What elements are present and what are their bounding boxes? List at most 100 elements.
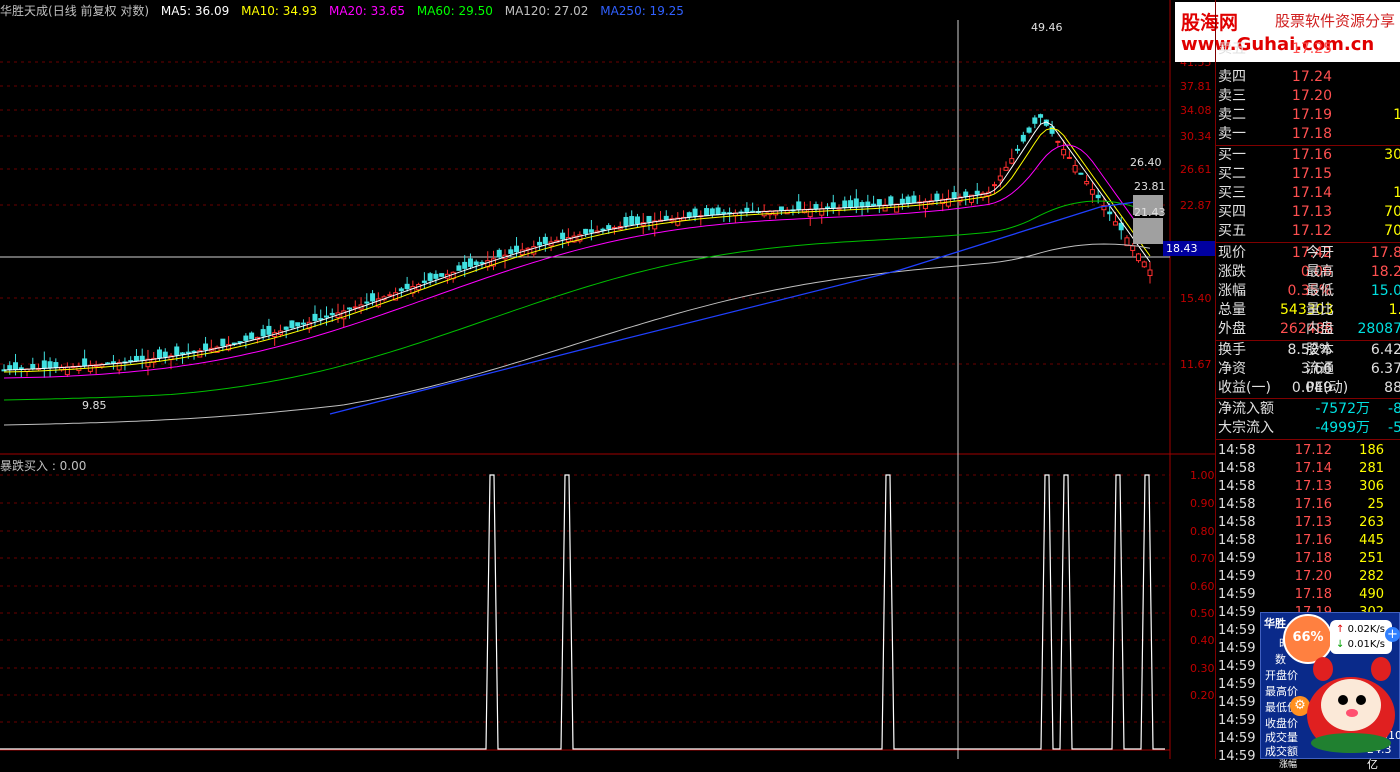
candle-body xyxy=(542,236,548,244)
candle-body xyxy=(110,361,116,364)
tick-row: 14:59 17.18 251 xyxy=(1218,550,1400,568)
candle-body xyxy=(1072,164,1078,173)
float-item: 数 xyxy=(1275,653,1286,666)
candle-body xyxy=(260,329,266,337)
tick-row: 14:58 17.16 445 xyxy=(1218,532,1400,550)
candle-body xyxy=(974,190,980,195)
candle-body xyxy=(462,261,468,269)
float-item: 开盘价 xyxy=(1265,669,1298,682)
candle-body xyxy=(174,346,180,356)
candle-body xyxy=(709,208,715,216)
sell-row-2[interactable]: 卖二 17.19 1 xyxy=(1218,106,1400,125)
net-speed-widget: ↑ 0.02K/s ↓ 0.01K/s xyxy=(1330,620,1392,654)
candle-body xyxy=(329,312,335,316)
candle-body xyxy=(963,191,969,197)
tick-time: 14:58 xyxy=(1218,497,1256,512)
candle-body xyxy=(220,338,226,347)
candle-body xyxy=(180,352,186,355)
price-axis-label: 26.61 xyxy=(1180,163,1212,176)
tick-price: 17.18 xyxy=(1294,551,1332,566)
kline-chart-area[interactable]: 华胜天成(日线 前复权 对数) MA5: 36.09 MA10: 34.93 M… xyxy=(0,0,1215,759)
tick-time: 14:59 xyxy=(1218,623,1256,638)
candle-body xyxy=(1061,148,1067,156)
candle-body xyxy=(300,322,306,325)
tick-price: 17.12 xyxy=(1294,443,1332,458)
candle-body xyxy=(588,229,594,233)
candle-body xyxy=(629,216,635,225)
tick-time: 14:58 xyxy=(1218,515,1256,530)
quote-row: 现价 17.42 今开 17.8 xyxy=(1218,245,1400,261)
price-axis-label: 37.81 xyxy=(1180,80,1212,93)
candle-body xyxy=(853,198,859,208)
candle-body xyxy=(404,283,410,290)
sell-row-4[interactable]: 卖四 17.24 xyxy=(1218,68,1400,87)
tick-time: 14:59 xyxy=(1218,695,1256,710)
candle-body xyxy=(139,355,145,361)
buy-row-1[interactable]: 买一 17.16 30 xyxy=(1218,146,1400,165)
tick-row: 14:58 17.12 186 xyxy=(1218,442,1400,460)
tick-volume: 251 xyxy=(1359,551,1384,566)
plus-icon[interactable]: + xyxy=(1385,627,1400,642)
price-annotation: 26.40 xyxy=(1130,156,1162,169)
candle-body xyxy=(364,301,370,304)
candle-body xyxy=(387,294,393,297)
tick-price: 17.20 xyxy=(1294,569,1332,584)
tick-row: 14:58 17.16 25 xyxy=(1218,496,1400,514)
tick-time: 14:58 xyxy=(1218,443,1256,458)
candle-body xyxy=(1055,140,1061,143)
candle-body xyxy=(606,225,612,230)
candle-body xyxy=(876,199,882,206)
tick-volume: 490 xyxy=(1359,587,1384,602)
candle-body xyxy=(156,349,162,359)
ma60-value: MA60: 29.50 xyxy=(416,4,493,18)
ma10-value: MA10: 34.93 xyxy=(241,4,318,18)
candle-body xyxy=(842,200,848,209)
sell-row-5[interactable]: 卖五 17.25 xyxy=(1218,40,1400,59)
sell-row-3[interactable]: 卖三 17.20 xyxy=(1218,87,1400,106)
candle-body xyxy=(813,204,819,210)
candle-body xyxy=(888,196,894,206)
indicator-axis-label: 0.30 xyxy=(1190,662,1215,675)
tick-price: 17.14 xyxy=(1294,461,1332,476)
tick-price: 17.16 xyxy=(1294,533,1332,548)
tick-time: 14:58 xyxy=(1218,533,1256,548)
net-inflow-row: 净流入额 -7572万 -8 xyxy=(1218,401,1400,417)
quote-row: 外盘 262486 内盘 28087 xyxy=(1218,321,1400,337)
candle-body xyxy=(721,211,727,215)
candle-body xyxy=(398,288,404,292)
tick-volume: 186 xyxy=(1359,443,1384,458)
price-axis-label: 11.67 xyxy=(1180,358,1212,371)
buy-row-2[interactable]: 买二 17.15 xyxy=(1218,165,1400,184)
candle-body xyxy=(82,358,88,367)
tick-time: 14:58 xyxy=(1218,479,1256,494)
candle-body xyxy=(249,332,255,340)
candle-body xyxy=(704,208,710,216)
crosshair-price-tag: 18.43 xyxy=(1163,241,1215,256)
buy-row-5[interactable]: 买五 17.12 70 xyxy=(1218,222,1400,241)
candle-body xyxy=(623,216,629,226)
buy-row-4[interactable]: 买四 17.13 70 xyxy=(1218,203,1400,222)
candle-body xyxy=(203,343,209,351)
price-annotation: 21.43 xyxy=(1134,206,1166,219)
tick-time: 14:59 xyxy=(1218,731,1256,746)
candle-body xyxy=(13,362,19,370)
sell-row-1[interactable]: 卖一 17.18 xyxy=(1218,125,1400,144)
quote-row: 总量543303量比1. xyxy=(1218,302,1400,318)
candle-body xyxy=(1026,127,1032,133)
candle-body xyxy=(911,195,917,204)
candle-body xyxy=(992,184,998,187)
candle-body xyxy=(865,201,871,207)
candle-body xyxy=(427,273,433,281)
kline-chart[interactable] xyxy=(0,0,1215,759)
low-annotation: 9.85 xyxy=(82,399,107,412)
buy-row-3[interactable]: 买三 17.14 1 xyxy=(1218,184,1400,203)
indicator-axis-label: 0.20 xyxy=(1190,689,1215,702)
candle-body xyxy=(1084,181,1090,185)
candle-body xyxy=(266,325,272,335)
indicator-axis-label: 0.80 xyxy=(1190,525,1215,538)
block-inflow-row: 大宗流入 -4999万 -5 xyxy=(1218,420,1400,436)
indicator-axis-label: 0.40 xyxy=(1190,634,1215,647)
candle-body xyxy=(243,335,249,341)
candle-body xyxy=(819,208,825,216)
price-axis-label: 30.34 xyxy=(1180,130,1212,143)
